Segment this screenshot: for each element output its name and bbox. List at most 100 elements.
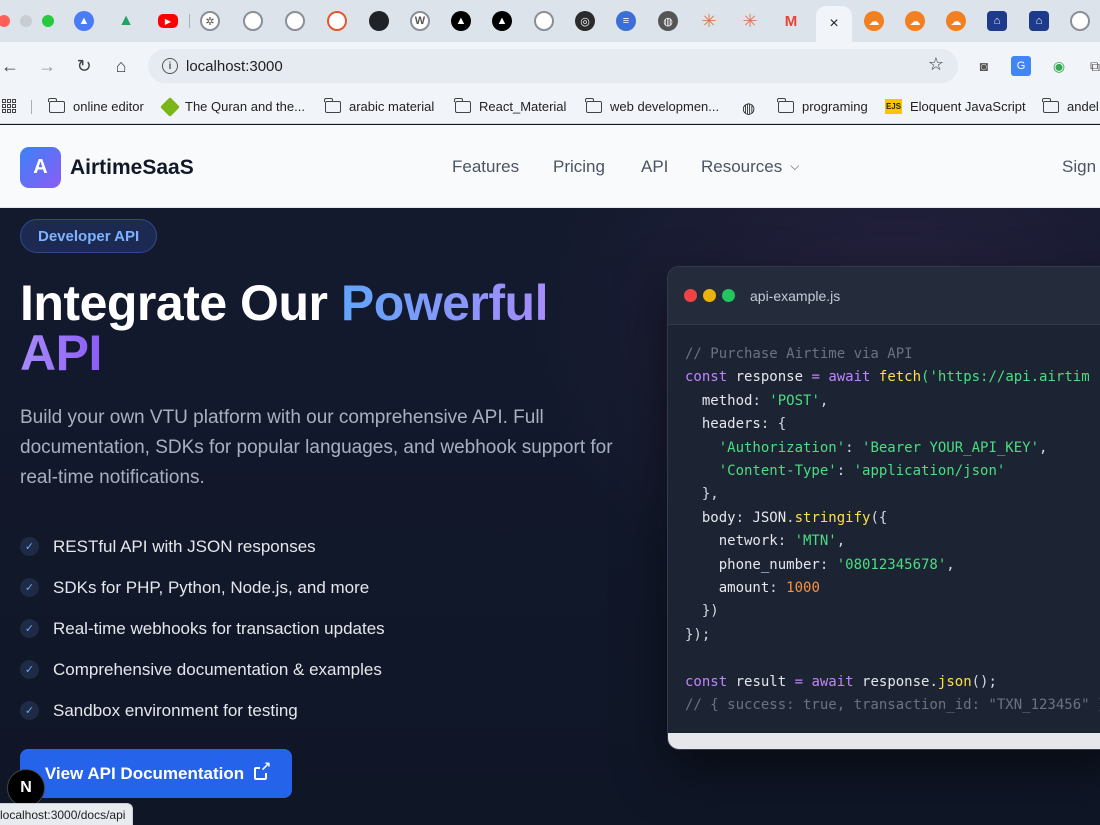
tab-favicon-triangle-icon[interactable]: ▲: [492, 11, 512, 31]
red-dot-icon: [684, 289, 697, 302]
translate-icon[interactable]: G: [1011, 56, 1031, 76]
bookmark-quran[interactable]: The Quran and the...: [160, 96, 305, 117]
tab-favicon-claude-icon[interactable]: ✳: [699, 11, 719, 31]
tab-favicon-drive-icon[interactable]: ▲: [116, 11, 136, 31]
code-snippet: // Purchase Airtime via API const respon…: [685, 346, 1100, 714]
folder-icon: [777, 97, 794, 113]
active-tab[interactable]: ×: [816, 6, 852, 42]
check-icon: ✓: [20, 660, 39, 679]
tab-favicon-cloudflare-icon[interactable]: ☁: [864, 11, 884, 31]
folder-icon: [585, 97, 602, 113]
camera-icon[interactable]: ◙: [974, 56, 994, 76]
logo-icon[interactable]: A: [20, 147, 61, 188]
window-minimize-button[interactable]: [20, 15, 32, 27]
developer-api-badge: Developer API: [20, 219, 158, 253]
address-url[interactable]: localhost:3000: [186, 58, 283, 75]
green-dot-icon: [722, 289, 735, 302]
address-bar[interactable]: i localhost:3000 ☆: [148, 49, 958, 83]
code-filename: api-example.js: [750, 288, 841, 304]
feature-list: ✓ RESTful API with JSON responses ✓ SDKs f…: [20, 526, 620, 731]
yellow-dot-icon: [703, 289, 716, 302]
tab-favicon-icon[interactable]: ▲: [74, 11, 94, 31]
extension-icon[interactable]: ◉: [1049, 56, 1069, 76]
bookmark-andel[interactable]: andel: [1042, 97, 1099, 114]
home-icon[interactable]: ⌂: [109, 54, 133, 78]
headline-highlight: Powerful: [340, 275, 549, 331]
brand-name[interactable]: AirtimeSaaS: [70, 156, 194, 180]
external-link-icon: [254, 760, 272, 780]
nav-pricing[interactable]: Pricing: [553, 157, 605, 177]
tab-favicon-chatgpt-icon[interactable]: ✲: [200, 11, 220, 31]
extensions-puzzle-icon[interactable]: ⧉: [1085, 56, 1100, 76]
hero-description: Build your own VTU platform with our com…: [20, 407, 613, 488]
bookmark-arabic-material[interactable]: arabic material: [324, 97, 434, 114]
hero-section: Developer API Integrate Our Powerful API…: [0, 208, 1100, 825]
forward-icon[interactable]: →: [35, 54, 59, 78]
tab-favicon-icon[interactable]: ⌂: [987, 11, 1007, 31]
tab-favicon-icon[interactable]: ⌂: [1029, 11, 1049, 31]
back-icon[interactable]: ←: [0, 54, 22, 78]
tab-favicon-icon[interactable]: [534, 11, 554, 31]
chevron-down-icon: ⌵: [790, 159, 800, 173]
nav-resources-label: Resources: [701, 157, 783, 176]
bookmark-web-development[interactable]: web developmen...: [585, 97, 719, 114]
sign-in-link[interactable]: Sign: [1062, 157, 1096, 177]
check-icon: ✓: [20, 619, 39, 638]
tab-favicon-icon[interactable]: ≡: [616, 11, 636, 31]
feature-item: ✓ RESTful API with JSON responses: [20, 526, 620, 567]
feature-item: ✓ Comprehensive documentation & examples: [20, 649, 620, 690]
folder-icon: [1042, 97, 1059, 113]
tab-favicon-icon[interactable]: [243, 11, 263, 31]
code-window-footer: [668, 733, 1100, 749]
hero-headline: Integrate Our Powerful API: [20, 275, 549, 381]
site-header: A AirtimeSaaS Features Pricing API Resou…: [0, 125, 1100, 208]
feature-item: ✓ SDKs for PHP, Python, Node.js, and more: [20, 567, 620, 608]
browser-toolbar: ← → ↻ ⌂ i localhost:3000 ☆ ◙ G ◉ ⧉: [0, 42, 1100, 90]
nav-api[interactable]: API: [641, 157, 668, 177]
feature-item: ✓ Sandbox environment for testing: [20, 690, 620, 731]
tab-close-icon[interactable]: ×: [829, 15, 838, 33]
tab-favicon-youtube-icon[interactable]: ▶: [158, 14, 178, 28]
headline-api: API: [20, 325, 102, 381]
ejs-icon: EJS: [885, 99, 902, 114]
tab-favicon-globe-icon[interactable]: ◍: [658, 11, 678, 31]
bookmark-online-editor[interactable]: online editor: [48, 97, 144, 114]
check-icon: ✓: [20, 578, 39, 597]
bookmarks-bar: online editor The Quran and the... arabi…: [0, 90, 1100, 124]
check-icon: ✓: [20, 701, 39, 720]
nav-resources[interactable]: Resources ⌵: [701, 157, 799, 177]
tab-favicon-cloudflare-icon[interactable]: ☁: [946, 11, 966, 31]
bookmark-react-material[interactable]: React_Material: [454, 97, 566, 114]
folder-icon: [454, 97, 471, 113]
tab-favicon-icon[interactable]: [1070, 11, 1090, 31]
tab-favicon-gauge-icon[interactable]: [327, 11, 347, 31]
tab-favicon-triangle-icon[interactable]: ▲: [451, 11, 471, 31]
bookmark-programing[interactable]: programing: [777, 97, 868, 114]
reload-icon[interactable]: ↻: [72, 54, 96, 78]
code-window-titlebar: api-example.js: [668, 267, 1100, 325]
tab-favicon-gmail-icon[interactable]: M: [781, 11, 801, 31]
window-close-button[interactable]: [0, 15, 10, 27]
folder-icon: [324, 97, 341, 113]
tab-favicon-icon[interactable]: ◎: [575, 11, 595, 31]
tab-favicon-icon[interactable]: W: [410, 11, 430, 31]
leaf-icon: [160, 96, 180, 117]
bookmark-eloquent-javascript[interactable]: EJS Eloquent JavaScript: [885, 99, 1026, 114]
status-bar-url: localhost:3000/docs/api: [0, 803, 134, 825]
nextjs-dev-indicator[interactable]: N: [7, 769, 45, 807]
check-icon: ✓: [20, 537, 39, 556]
code-window: api-example.js // Purchase Airtime via A…: [667, 266, 1100, 750]
window-zoom-button[interactable]: [42, 15, 54, 27]
bookmark-globe-icon[interactable]: ◍: [742, 99, 755, 117]
site-info-icon[interactable]: i: [162, 58, 178, 74]
view-api-docs-button[interactable]: View API Documentation: [20, 749, 292, 798]
bookmark-star-icon[interactable]: ☆: [928, 54, 944, 75]
tab-favicon-icon[interactable]: [285, 11, 305, 31]
tab-favicon-claude-icon[interactable]: ✳: [740, 11, 760, 31]
tab-favicon-cloudflare-icon[interactable]: ☁: [905, 11, 925, 31]
apps-grid-icon[interactable]: [2, 99, 16, 113]
nav-features[interactable]: Features: [452, 157, 519, 177]
tab-favicon-github-icon[interactable]: [369, 11, 389, 31]
browser-tab-strip: ▲ ▲ ▶ ✲ W ▲ ▲ ◎ ≡ ◍ ✳ ✳ M × ☁ ☁ ☁ ⌂ ⌂: [0, 0, 1100, 42]
folder-icon: [48, 97, 65, 113]
